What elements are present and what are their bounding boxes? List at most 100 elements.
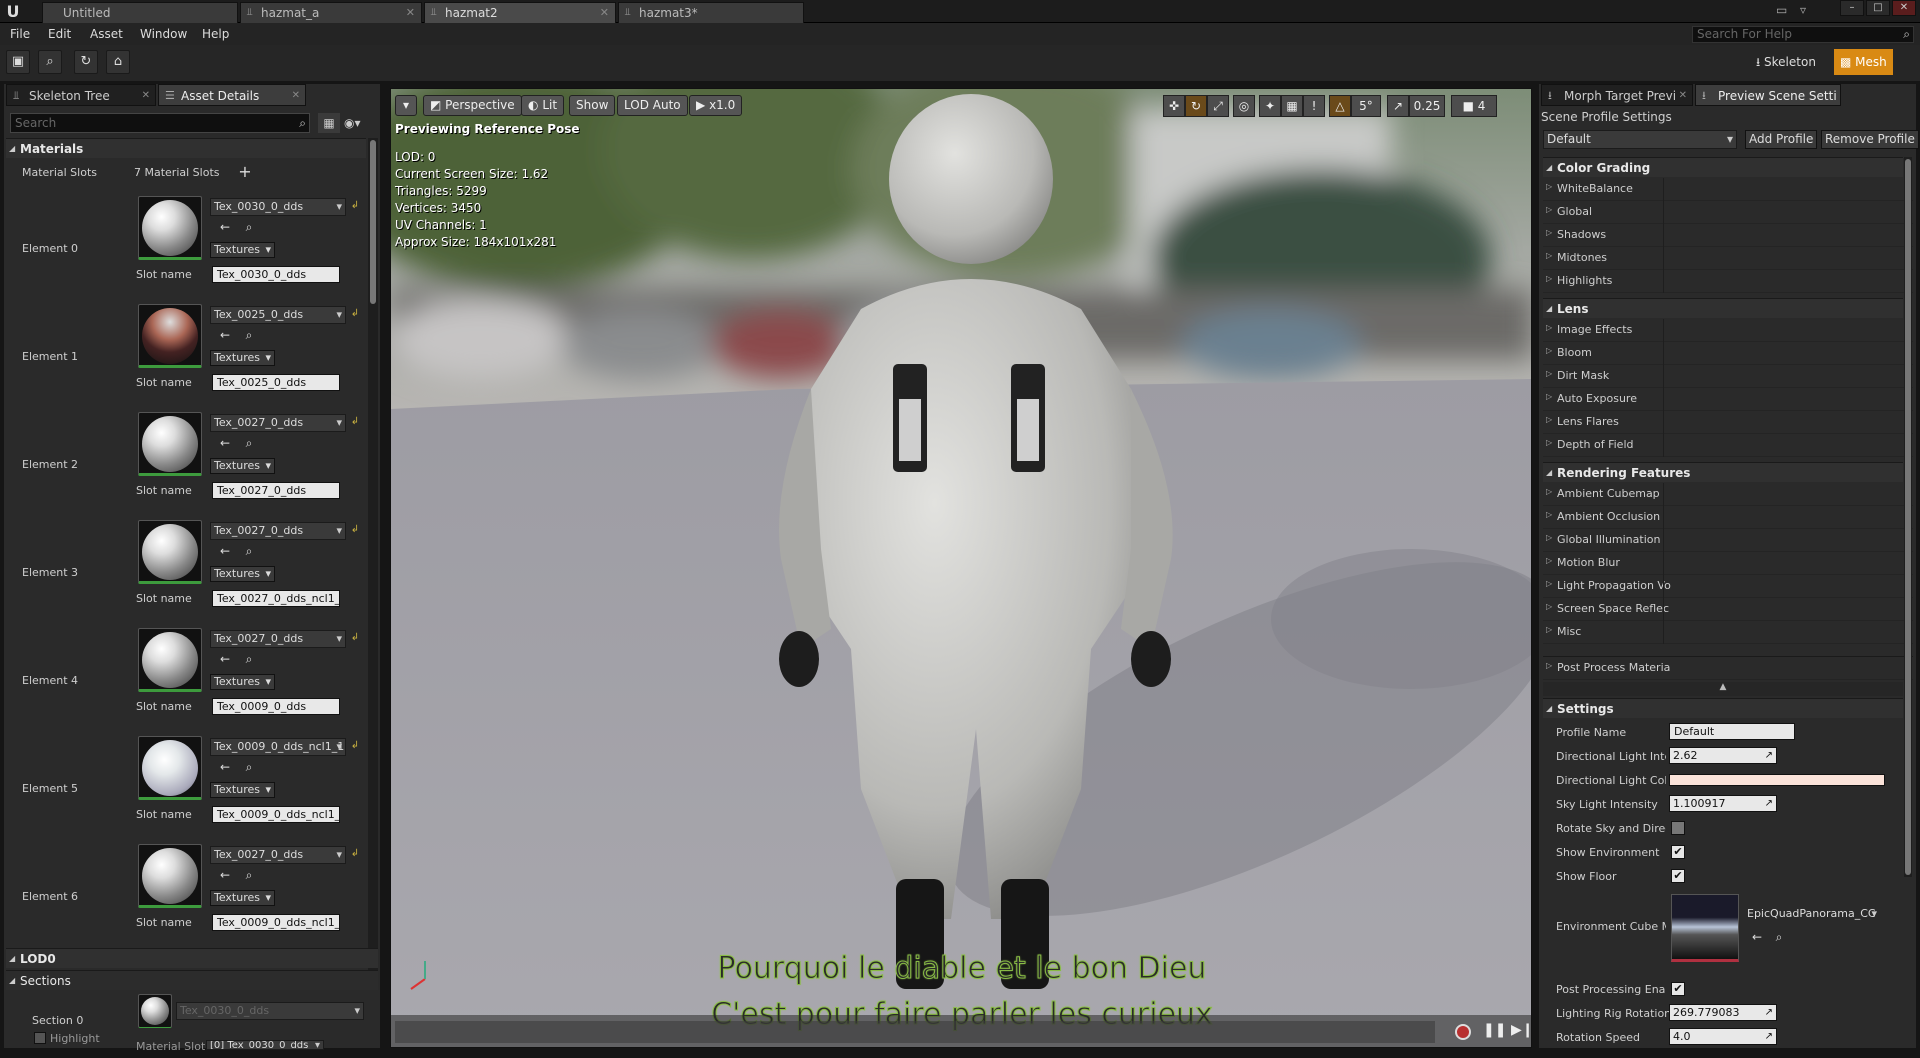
use-selected-arrow-icon[interactable]: ← — [218, 436, 232, 450]
use-selected-arrow-icon[interactable]: ← — [218, 868, 232, 882]
slot-name-input[interactable]: Tex_0009_0_dds — [212, 698, 340, 715]
rendering-features-header[interactable]: Rendering Features — [1543, 462, 1903, 483]
category-row[interactable]: Highlights — [1543, 270, 1913, 293]
menu-help[interactable]: Help — [202, 23, 229, 45]
material-combo[interactable]: Tex_0027_0_dds — [210, 414, 346, 432]
category-row[interactable]: Lens Flares — [1543, 411, 1913, 434]
category-row[interactable]: Bloom — [1543, 342, 1913, 365]
tab-morph-target-preview[interactable]: ⭳ Morph Target Previ ✕ — [1541, 84, 1693, 106]
section0-thumbnail[interactable] — [138, 994, 172, 1028]
use-selected-arrow-icon[interactable]: ← — [218, 328, 232, 342]
slot-name-input[interactable]: Tex_0030_0_dds — [212, 266, 340, 283]
category-row[interactable]: Light Propagation Vo — [1543, 575, 1913, 598]
pause-icon[interactable]: ❚❚ — [1483, 1022, 1506, 1038]
category-row[interactable]: WhiteBalance — [1543, 178, 1913, 201]
category-row[interactable]: Shadows — [1543, 224, 1913, 247]
tab-skeleton-tree[interactable]: ⫫ Skeleton Tree ✕ — [6, 84, 156, 106]
visibility-eye-icon[interactable]: ◉▾ — [344, 113, 374, 133]
material-combo[interactable]: Tex_0025_0_dds — [210, 306, 346, 324]
surface-snap-icon[interactable]: ✦ — [1259, 95, 1281, 117]
category-row[interactable]: Ambient Occlusion — [1543, 506, 1913, 529]
scrollbar-track[interactable] — [368, 138, 378, 988]
close-icon[interactable]: ✕ — [600, 3, 609, 23]
browse-search-icon[interactable]: ⌕ — [242, 868, 256, 882]
browse-search-icon[interactable]: ⌕ — [242, 328, 256, 342]
textures-dropdown[interactable]: Textures ▾ — [210, 458, 275, 474]
playback-speed-button[interactable]: ▶ x1.0 — [689, 95, 743, 116]
record-icon[interactable] — [1455, 1024, 1471, 1040]
world-space-icon[interactable]: ◎ — [1233, 95, 1255, 117]
right-scrollbar-track[interactable] — [1904, 157, 1912, 877]
add-material-slot-icon[interactable]: + — [238, 164, 252, 180]
scale-tool-icon[interactable]: ⤢ — [1207, 95, 1229, 117]
doc-tab-hazmat-a[interactable]: ⫫ hazmat_a ✕ — [240, 2, 422, 23]
category-row[interactable]: Motion Blur — [1543, 552, 1913, 575]
category-row[interactable]: Global — [1543, 201, 1913, 224]
textures-dropdown[interactable]: Textures ▾ — [210, 890, 275, 906]
close-icon[interactable]: ✕ — [142, 85, 150, 107]
scale-snap-value[interactable]: 0.25 — [1409, 95, 1445, 117]
browse-search-icon[interactable]: ⌕ — [1772, 930, 1786, 944]
add-profile-button[interactable]: Add Profile — [1745, 130, 1818, 149]
help-search-input[interactable]: Search For Help ⌕ — [1692, 26, 1914, 43]
rotation-snap-icon[interactable]: △ — [1329, 95, 1351, 117]
section0-material-combo[interactable]: Tex_0030_0_dds — [176, 1002, 364, 1020]
show-button[interactable]: Show — [569, 95, 616, 116]
menu-window[interactable]: Window — [140, 23, 187, 45]
feedback-icon[interactable]: ▭ — [1776, 3, 1787, 17]
rotation-snap-value[interactable]: 5° — [1351, 95, 1381, 117]
sky-light-intensity-input[interactable]: 1.100917 — [1669, 795, 1777, 812]
lod0-section-header[interactable]: LOD0 — [6, 948, 378, 969]
remove-profile-button[interactable]: Remove Profile — [1821, 130, 1919, 149]
reset-to-default-icon[interactable]: ↲ — [348, 847, 362, 861]
browse-search-icon[interactable]: ⌕ — [242, 652, 256, 666]
perspective-button[interactable]: ◩ Perspective — [423, 95, 522, 116]
lens-header[interactable]: Lens — [1543, 298, 1903, 319]
menu-edit[interactable]: Edit — [48, 23, 71, 45]
lod-button[interactable]: LOD Auto — [617, 95, 688, 116]
right-scrollbar-thumb[interactable] — [1905, 159, 1911, 875]
timeline-bar[interactable]: ❚❚ ▶❙ — [391, 1015, 1531, 1047]
use-selected-arrow-icon[interactable]: ← — [218, 220, 232, 234]
browse-search-icon[interactable]: ⌕ — [242, 220, 256, 234]
category-row[interactable]: Dirt Mask — [1543, 365, 1913, 388]
browse-search-icon[interactable]: ⌕ — [242, 760, 256, 774]
category-row[interactable]: Auto Exposure — [1543, 388, 1913, 411]
category-row[interactable]: Depth of Field — [1543, 434, 1913, 457]
close-window-icon[interactable]: ✕ — [1892, 0, 1916, 16]
home-icon[interactable]: ⌂ — [106, 50, 130, 74]
show-floor-checkbox[interactable]: ✔ — [1671, 869, 1685, 883]
lit-button[interactable]: ◐ Lit — [521, 95, 565, 116]
reset-to-default-icon[interactable]: ↲ — [348, 523, 362, 537]
post-processing-checkbox[interactable]: ✔ — [1671, 982, 1685, 996]
browse-search-icon[interactable]: ⌕ — [242, 436, 256, 450]
mode-mesh[interactable]: ▩ Mesh — [1834, 49, 1893, 75]
slot-name-input[interactable]: Tex_0027_0_dds_ncl1_1 — [212, 590, 340, 607]
rotate-sky-checkbox[interactable] — [1671, 821, 1685, 835]
reimport-icon[interactable]: ↻ — [74, 50, 98, 74]
dir-light-color-swatch[interactable] — [1669, 774, 1885, 786]
textures-dropdown[interactable]: Textures ▾ — [210, 782, 275, 798]
env-cube-thumbnail[interactable] — [1671, 894, 1739, 962]
preview-viewport[interactable]: ▾ ◩ Perspective ◐ Lit Show LOD Auto ▶ x1… — [390, 88, 1532, 1048]
reset-to-default-icon[interactable]: ↲ — [348, 307, 362, 321]
reset-to-default-icon[interactable]: ↲ — [348, 199, 362, 213]
materials-section-header[interactable]: Materials — [6, 138, 366, 159]
post-process-materials-row[interactable]: Post Process Materia — [1543, 656, 1913, 680]
highlight-checkbox[interactable] — [34, 1032, 46, 1044]
reset-to-default-icon[interactable]: ↲ — [348, 631, 362, 645]
textures-dropdown[interactable]: Textures ▾ — [210, 674, 275, 690]
doc-tab-untitled[interactable]: Untitled — [42, 2, 238, 23]
material-combo[interactable]: Tex_0027_0_dds — [210, 630, 346, 648]
material-thumbnail[interactable] — [138, 844, 202, 908]
scale-snap-icon[interactable]: ↗ — [1387, 95, 1409, 117]
scrollbar-thumb[interactable] — [370, 140, 376, 304]
slot-name-input[interactable]: Tex_0025_0_dds — [212, 374, 340, 391]
category-row[interactable]: Misc — [1543, 621, 1913, 644]
material-thumbnail[interactable] — [138, 736, 202, 800]
textures-dropdown[interactable]: Textures ▾ — [210, 566, 275, 582]
scene-profile-combo[interactable]: Default — [1543, 130, 1737, 149]
use-selected-arrow-icon[interactable]: ← — [218, 544, 232, 558]
category-row[interactable]: Screen Space Reflec — [1543, 598, 1913, 621]
material-combo[interactable]: Tex_0027_0_dds — [210, 522, 346, 540]
